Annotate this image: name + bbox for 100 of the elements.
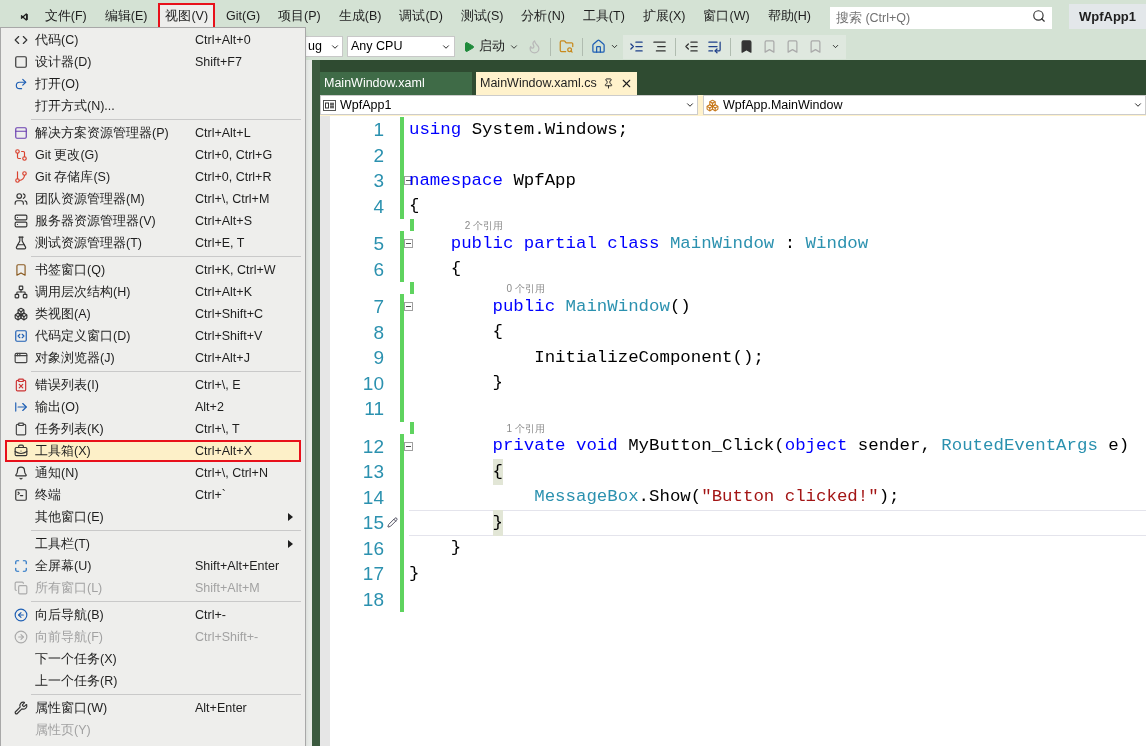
menu-item[interactable]: 类视图(A) Ctrl+Shift+C (5, 303, 301, 325)
menu-item[interactable]: 分析(N) (514, 3, 572, 30)
code-token: { (492, 458, 503, 485)
menu-item[interactable]: 窗口(W) (696, 3, 757, 30)
git-changes-icon (14, 148, 28, 162)
code-token: object (784, 435, 848, 458)
caret-icon[interactable] (610, 42, 619, 51)
menu-item[interactable]: 对象浏览器(J) Ctrl+Alt+J (5, 347, 301, 369)
menu-item[interactable]: 调试(D) (392, 3, 450, 30)
menu-item[interactable]: 工具箱(X) Ctrl+Alt+X (5, 440, 301, 462)
menu-item[interactable]: Git(G) (219, 3, 268, 30)
code-token: RoutedEventArgs (941, 435, 1098, 458)
code-token: MainWindow (669, 232, 775, 255)
menu-item[interactable]: 帮助(H) (760, 3, 818, 30)
menu-item[interactable]: 打开方式(N)... (5, 95, 301, 117)
menu-item[interactable]: 下一个任务(X) (5, 648, 301, 670)
code-token: public partial class (450, 232, 660, 255)
solution-explorer-icon (14, 126, 28, 140)
align-icon[interactable] (652, 39, 667, 54)
type-dropdown[interactable]: WpfApp.MainWindow (703, 95, 1146, 115)
menu-item[interactable]: 工具栏(T) (5, 533, 301, 555)
code-token: .Show( (638, 486, 702, 509)
outdent-icon[interactable] (684, 39, 699, 54)
list-icon[interactable] (707, 39, 722, 54)
menu-item[interactable]: 文件(F) (37, 3, 94, 30)
search-icon[interactable] (1031, 8, 1046, 23)
line-number: 8 (372, 322, 384, 342)
fold-icon[interactable] (404, 302, 413, 312)
start-button[interactable]: 启动 (459, 36, 523, 57)
menu-item[interactable]: 调用层次结构(H) Ctrl+Alt+K (5, 281, 301, 303)
menu-item[interactable]: 打开(O) (5, 73, 301, 95)
task-list-icon (14, 422, 28, 436)
pin-icon[interactable] (602, 78, 614, 89)
configuration-dropdown[interactable]: ug (305, 36, 343, 57)
line-number: 16 (361, 538, 384, 558)
menu-item[interactable]: 生成(B) (331, 3, 389, 30)
menu-item[interactable]: 测试资源管理器(T) Ctrl+E, T (5, 232, 301, 254)
line-number: 6 (372, 259, 384, 279)
wrench-icon (14, 701, 28, 715)
redo-arrow-icon (14, 77, 28, 91)
menu-item[interactable]: 错误列表(I) Ctrl+\, E (5, 374, 301, 396)
line-number: 1 (372, 120, 384, 140)
menu-item[interactable]: 书签窗口(Q) Ctrl+K, Ctrl+W (5, 259, 301, 281)
platform-dropdown[interactable]: Any CPU (347, 36, 455, 57)
line-number: 15 (361, 513, 384, 533)
fold-icon[interactable] (404, 239, 413, 249)
menu-item[interactable]: 上一个任务(R) (5, 670, 301, 692)
error-list-icon (14, 378, 28, 392)
caret-icon[interactable] (831, 42, 840, 51)
menu-item[interactable]: 扩展(X) (635, 3, 693, 30)
class-view-icon (14, 307, 28, 321)
menu-item[interactable]: 视图(V) (158, 3, 216, 30)
menu-item[interactable]: 代码定义窗口(D) Ctrl+Shift+V (5, 325, 301, 347)
code-token: Window (805, 232, 869, 255)
code-token: System.Windows; (471, 118, 629, 141)
indent-icon[interactable] (629, 39, 644, 54)
fold-icon[interactable] (404, 441, 413, 451)
code-token: private void (492, 435, 618, 458)
menu-item[interactable]: Git 更改(G) Ctrl+0, Ctrl+G (5, 144, 301, 166)
bookmark-icon (14, 263, 28, 277)
menu-item[interactable]: 全屏幕(U) Shift+Alt+Enter (5, 555, 301, 577)
menu-item[interactable]: 其他窗口(E) (5, 506, 301, 528)
menu-item[interactable]: 属性窗口(W) Alt+Enter (5, 697, 301, 719)
menu-item[interactable]: 通知(N) Ctrl+\, Ctrl+N (5, 462, 301, 484)
menu-item[interactable]: 输出(O) Alt+2 (5, 396, 301, 418)
bell-icon (14, 466, 28, 480)
code-token: { (492, 321, 503, 344)
code-token: using (409, 118, 462, 141)
home-icon[interactable] (591, 39, 606, 54)
menu-item[interactable]: 向后导航(B) Ctrl+- (5, 604, 301, 626)
reference-count[interactable]: 1 个引用 (506, 423, 545, 434)
reference-count[interactable]: 2 个引用 (464, 221, 504, 231)
search-field[interactable]: 搜索 (Ctrl+Q) (829, 6, 1052, 29)
menu-item[interactable]: 服务器资源管理器(V) Ctrl+Alt+S (5, 210, 301, 232)
line-number: 12 (361, 436, 384, 456)
line-number: 13 (361, 462, 384, 482)
menu-item[interactable]: 终端 Ctrl+` (5, 484, 301, 506)
menu-item[interactable]: 编辑(E) (97, 3, 155, 30)
code-token: { (450, 258, 462, 281)
menu-item[interactable]: 代码(C) Ctrl+Alt+0 (5, 29, 301, 51)
menu-item[interactable]: 工具(T) (575, 3, 632, 30)
menu-item[interactable]: 项目(P) (271, 3, 328, 30)
menu-item[interactable]: 解决方案资源管理器(P) Ctrl+Alt+L (5, 122, 301, 144)
document-tab[interactable]: MainWindow.xaml (320, 72, 472, 95)
output-icon (14, 400, 28, 414)
object-browser-icon (14, 351, 28, 365)
server-icon (14, 214, 28, 228)
menu-item[interactable]: 团队资源管理器(M) Ctrl+\, Ctrl+M (5, 188, 301, 210)
bookmark-icon[interactable] (739, 39, 754, 54)
menu-item[interactable]: 设计器(D) Shift+F7 (5, 51, 301, 73)
project-dropdown[interactable]: WpfApp1 (320, 95, 698, 115)
document-tab[interactable]: MainWindow.xaml.cs (476, 72, 637, 95)
menu-item[interactable]: 测试(S) (453, 3, 511, 30)
fullscreen-icon (14, 559, 28, 573)
git-branch-icon (14, 170, 28, 184)
solution-name[interactable]: WpfApp1 (1068, 3, 1146, 30)
menu-item[interactable]: 任务列表(K) Ctrl+\, T (5, 418, 301, 440)
menu-item[interactable]: Git 存储库(S) Ctrl+0, Ctrl+R (5, 166, 301, 188)
line-number: 7 (372, 297, 384, 317)
reference-count[interactable]: 0 个引用 (506, 284, 545, 294)
